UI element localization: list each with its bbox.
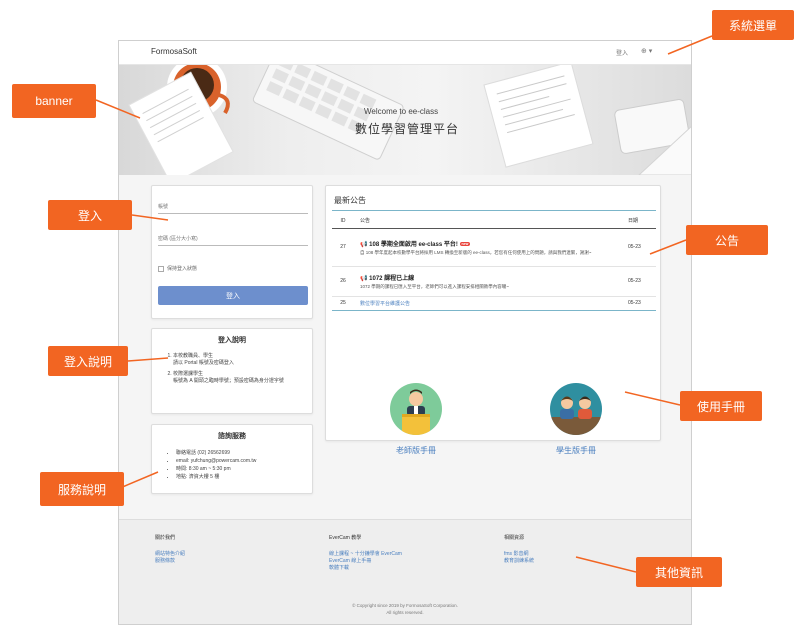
news-table: ID 公告 日期 27 📢 108 學期全面啟用 ee-class 平台! ne… [332,214,656,311]
student-manual-label[interactable]: 學生版手冊 [536,445,616,456]
footer-evercam-title: EverCam 教學 [329,535,362,541]
footer-about-title: 關於我們 [155,535,176,541]
table-row[interactable]: 27 📢 108 學期全面啟用 ee-class 平台! new 自 108 學… [332,228,656,267]
brand-logo[interactable]: FormosaSoft [151,47,197,56]
navbar: FormosaSoft 登入 ⊕ ▾ [119,41,691,65]
news-card: 最新公告 ID 公告 日期 27 📢 108 學期全面啟用 ee-class 平… [325,185,661,455]
footer: 關於我們 網站特色介紹 服務條款 EverCam 教學 線上課程 ~ 十分鐘學會… [119,519,691,624]
remember-checkbox[interactable] [158,265,164,272]
footer-link[interactable]: 網站特色介紹 [155,551,185,558]
footer-evercam: EverCam 教學 線上課程 ~ 十分鐘學會 EverCam EverCam … [329,534,402,572]
login-help-item: 校際選課學生 帳號為 A 開頭之臨時學號；預設密碼為身分證字號 [173,371,308,385]
megaphone-icon: 📢 [360,241,368,248]
footer-resources: 相關資源 fms 影音網 教育訓練系統 [504,534,534,565]
news-date: 05-23 [622,266,656,297]
copyright: © Copyright since 2019 by FormosaSoft Co… [119,602,691,616]
banner-title: 數位學習管理平台 [355,122,460,136]
news-id: 27 [332,228,354,267]
banner: Welcome to ee-class 數位學習管理平台 [119,65,691,175]
service-phone: 聯絡電話 (02) 26562699 [176,449,256,457]
footer-link[interactable]: 線上課程 ~ 十分鐘學會 EverCam [329,551,402,558]
callout-announcement: 公告 [686,225,768,255]
callout-login: 登入 [48,200,132,230]
table-row[interactable]: 26 📢 1072 課程已上線 1072 學期的課程已匯入至平台，老師們可以進入… [332,266,656,297]
service-title: 諮詢服務 [218,433,246,440]
news-cell[interactable]: 數位學習平台維護公告 [354,296,622,311]
service-location: 地點: 濟資大樓 5 樓 [176,473,256,481]
column-notice: 公告 [354,214,622,229]
news-headline-text: 108 學期全面啟用 ee-class 平台! [369,241,458,248]
column-date: 日期 [622,214,656,229]
footer-link[interactable]: 教育訓練系統 [504,558,534,565]
rights-line: All rights reserved. [386,610,424,615]
teacher-manual-label[interactable]: 老師版手冊 [376,445,456,456]
new-badge: new [459,241,471,246]
login-help-title: 登入說明 [218,337,246,344]
teacher-manual[interactable]: 老師版手冊 [376,383,456,456]
news-date: 05-23 [622,228,656,267]
news-id: 26 [332,266,354,297]
teacher-icon[interactable] [390,383,442,435]
service-card: 諮詢服務 聯絡電話 (02) 26562699 email: yufchung@… [151,424,313,494]
page-frame: FormosaSoft 登入 ⊕ ▾ Welcome to ee-class 數… [118,40,692,625]
news-cell[interactable]: 📢 108 學期全面啟用 ee-class 平台! new 自 108 學年度起… [354,228,622,267]
news-divider [332,210,656,211]
password-input[interactable] [158,232,308,246]
footer-link[interactable]: 軟體下載 [329,565,402,572]
megaphone-icon: 📢 [360,275,368,282]
news-header-row: ID 公告 日期 [332,214,656,229]
service-hours: 時間: 8:30 am ~ 5:30 pm [176,465,256,473]
login-help-list: 本校教職員、學生 請以 Portal 帳號及密碼登入 校際選課學生 帳號為 A … [166,353,308,389]
footer-resources-title: 相關資源 [504,535,525,541]
globe-icon[interactable]: ⊕ ▾ [641,47,652,55]
news-link[interactable]: 數位學習平台維護公告 [360,301,410,307]
callout-manual: 使用手冊 [680,391,762,421]
footer-link[interactable]: fms 影音網 [504,551,534,558]
table-row[interactable]: 25 數位學習平台維護公告 05-23 [332,296,656,311]
account-input[interactable] [158,200,308,214]
news-body: 1072 學期的課程已匯入至平台，老師們可以進入課程安排相關教學內容囉~ [360,283,509,289]
news-headline-text: 1072 課程已上線 [369,275,415,282]
login-help-item: 本校教職員、學生 請以 Portal 帳號及密碼登入 [173,353,308,367]
news-id: 25 [332,296,354,311]
login-card: 保持登入狀態 登入 [151,185,313,319]
login-help-card: 登入說明 本校教職員、學生 請以 Portal 帳號及密碼登入 校際選課學生 帳… [151,328,313,414]
news-body: 自 108 學年度起本校數學平台將採用 LMS 轉換至新版的 ee-class，… [360,249,592,255]
footer-link[interactable]: 服務條款 [155,558,185,565]
service-email: email: yufchung@powercam.com.tw [176,457,256,465]
login-link[interactable]: 登入 [616,48,628,57]
copyright-line: © Copyright since 2019 by FormosaSoft Co… [352,603,458,608]
callout-other-info: 其他資訊 [636,557,722,587]
footer-about: 關於我們 網站特色介紹 服務條款 [155,534,185,565]
news-date: 05-23 [622,296,656,311]
callout-system-menu: 系統選單 [712,10,794,40]
callout-banner: banner [12,84,96,118]
students-icon[interactable] [550,383,602,435]
student-manual[interactable]: 學生版手冊 [536,383,616,456]
news-cell[interactable]: 📢 1072 課程已上線 1072 學期的課程已匯入至平台，老師們可以進入課程安… [354,266,622,297]
callout-service: 服務說明 [40,472,124,506]
news-headline[interactable]: 📢 108 學期全面啟用 ee-class 平台! new [360,239,616,248]
login-button[interactable]: 登入 [158,286,308,305]
column-id: ID [332,214,354,229]
service-list: 聯絡電話 (02) 26562699 email: yufchung@power… [172,449,256,481]
banner-welcome: Welcome to ee-class [364,107,439,116]
callout-login-help: 登入說明 [48,346,128,376]
news-headline[interactable]: 📢 1072 課程已上線 [360,273,616,282]
footer-link[interactable]: EverCam 線上手冊 [329,558,402,565]
remember-label: 保持登入狀態 [167,266,198,272]
news-title: 最新公告 [334,196,366,205]
remember-row[interactable]: 保持登入狀態 [158,265,197,272]
